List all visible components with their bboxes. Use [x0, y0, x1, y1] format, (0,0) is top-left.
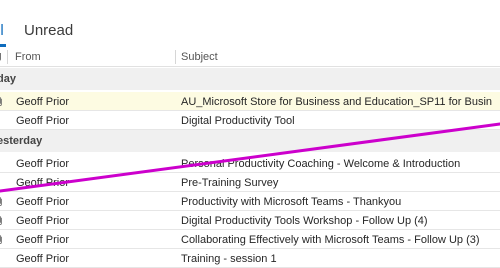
message-row[interactable]: Geoff Prior Collaborating Effectively wit…: [0, 230, 500, 249]
message-subject: Training - session 1: [181, 253, 277, 265]
column-divider[interactable]: [175, 50, 176, 64]
message-subject: Collaborating Effectively with Microsoft…: [181, 234, 480, 246]
tab-all-active-indicator: [0, 44, 6, 47]
message-subject: Personal Productivity Coaching - Welcome…: [181, 158, 461, 170]
paperclip-icon: [0, 53, 1, 61]
group-header-yesterday[interactable]: esterday: [0, 130, 500, 152]
message-row[interactable]: Geoff Prior Personal Productivity Coachin…: [0, 154, 500, 173]
column-header-attachment[interactable]: [0, 50, 8, 64]
group-label-today: day: [0, 73, 16, 85]
paperclip-icon: [0, 216, 2, 225]
message-subject: Productivity with Microsoft Teams - Than…: [181, 196, 402, 208]
message-row[interactable]: Geoff Prior Productivity with Microsoft T…: [0, 192, 500, 211]
paperclip-icon: [0, 197, 2, 206]
column-header-from[interactable]: From: [15, 51, 41, 63]
message-row[interactable]: Geoff Prior AU_Microsoft Store for Busine…: [0, 92, 500, 111]
message-sender: Geoff Prior: [16, 215, 69, 227]
group-label-yesterday: esterday: [0, 135, 43, 147]
tab-all[interactable]: ll: [0, 22, 4, 39]
column-header-subject[interactable]: Subject: [181, 51, 218, 63]
message-row[interactable]: Geoff Prior Digital Productivity Tool: [0, 111, 500, 130]
message-row[interactable]: Geoff Prior Training - session 1: [0, 249, 500, 268]
group-header-today[interactable]: day: [0, 68, 500, 90]
column-header-bar: From Subject: [0, 48, 500, 66]
message-row[interactable]: Geoff Prior Pre-Training Survey: [0, 173, 500, 192]
message-sender: Geoff Prior: [16, 234, 69, 246]
message-sender: Geoff Prior: [16, 196, 69, 208]
filter-tabs: ll Unread: [0, 14, 500, 48]
message-sender: Geoff Prior: [16, 158, 69, 170]
message-subject: Pre-Training Survey: [181, 177, 279, 189]
message-row[interactable]: Geoff Prior Digital Productivity Tools Wo…: [0, 211, 500, 230]
message-sender: Geoff Prior: [16, 96, 69, 108]
message-subject: AU_Microsoft Store for Business and Educ…: [181, 96, 493, 108]
message-sender: Geoff Prior: [16, 177, 69, 189]
paperclip-icon: [0, 97, 2, 106]
tab-unread[interactable]: Unread: [24, 22, 73, 39]
paperclip-icon: [0, 235, 2, 244]
header-divider: [0, 66, 500, 67]
message-sender: Geoff Prior: [16, 115, 69, 127]
message-subject: Digital Productivity Tool: [181, 115, 295, 127]
message-sender: Geoff Prior: [16, 253, 69, 265]
message-subject: Digital Productivity Tools Workshop - Fo…: [181, 215, 428, 227]
